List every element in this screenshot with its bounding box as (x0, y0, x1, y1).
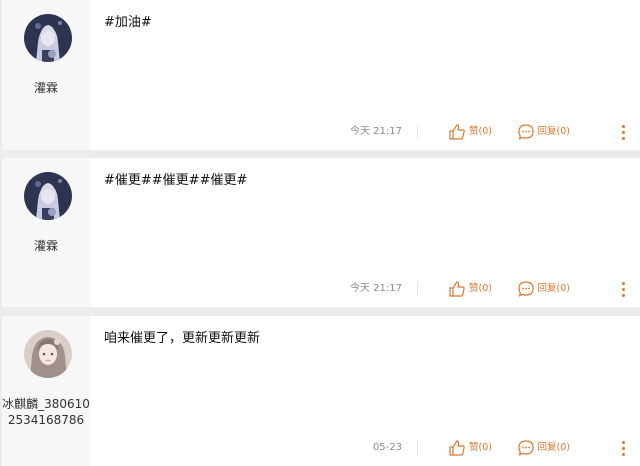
user-column: 灌霖 (2, 0, 90, 150)
comment-time: 今天 21:17 (350, 126, 402, 137)
comment-card: 灌霖 #加油# 今天 21:17 赞(0) 回复(0) (2, 0, 640, 150)
like-button[interactable]: 赞(0) (448, 279, 492, 299)
like-button[interactable]: 赞(0) (448, 438, 492, 458)
vertical-ellipsis-icon (622, 282, 625, 285)
username[interactable]: 灌霖 (2, 238, 90, 254)
user-column: 冰麒麟_3806102534168786 (2, 316, 90, 466)
reply-label: 回复(0) (537, 283, 570, 294)
comment-time: 05-23 (372, 442, 402, 453)
reply-label: 回复(0) (537, 126, 570, 137)
speech-bubble-icon (517, 124, 534, 140)
vertical-ellipsis-icon (622, 441, 625, 444)
speech-bubble-icon (517, 440, 534, 456)
divider (417, 125, 418, 139)
comment-card: 灌霖 #催更##催更##催更# 今天 21:17 赞(0) 回复(0) (2, 158, 640, 307)
speech-bubble-icon (517, 281, 534, 297)
reply-label: 回复(0) (537, 442, 570, 453)
avatar[interactable] (24, 172, 72, 220)
reply-button[interactable]: 回复(0) (517, 122, 570, 142)
username[interactable]: 灌霖 (2, 80, 90, 96)
comment-actions: 05-23 赞(0) 回复(0) (90, 438, 640, 458)
username[interactable]: 冰麒麟_3806102534168786 (2, 396, 90, 428)
more-options-button[interactable] (618, 122, 628, 142)
more-options-button[interactable] (618, 279, 628, 299)
like-button[interactable]: 赞(0) (448, 122, 492, 142)
comment-text: #催更##催更##催更# (104, 173, 248, 188)
vertical-ellipsis-icon (622, 125, 625, 128)
thumbs-up-icon (449, 281, 465, 297)
like-label: 赞(0) (469, 126, 492, 137)
comment-text: #加油# (104, 15, 152, 30)
like-label: 赞(0) (469, 442, 492, 453)
user-column: 灌霖 (2, 158, 90, 307)
more-options-button[interactable] (618, 438, 628, 458)
reply-button[interactable]: 回复(0) (517, 279, 570, 299)
avatar[interactable] (24, 330, 72, 378)
comment-time: 今天 21:17 (350, 283, 402, 294)
comment-actions: 今天 21:17 赞(0) 回复(0) (90, 279, 640, 299)
avatar[interactable] (24, 14, 72, 62)
comment-actions: 今天 21:17 赞(0) 回复(0) (90, 122, 640, 142)
comment-card: 冰麒麟_3806102534168786 咱来催更了，更新更新更新 05-23 … (2, 316, 640, 466)
divider (417, 441, 418, 455)
thumbs-up-icon (449, 440, 465, 456)
reply-button[interactable]: 回复(0) (517, 438, 570, 458)
comment-text: 咱来催更了，更新更新更新 (104, 331, 261, 346)
divider (417, 282, 418, 296)
like-label: 赞(0) (469, 283, 492, 294)
thumbs-up-icon (449, 124, 465, 140)
